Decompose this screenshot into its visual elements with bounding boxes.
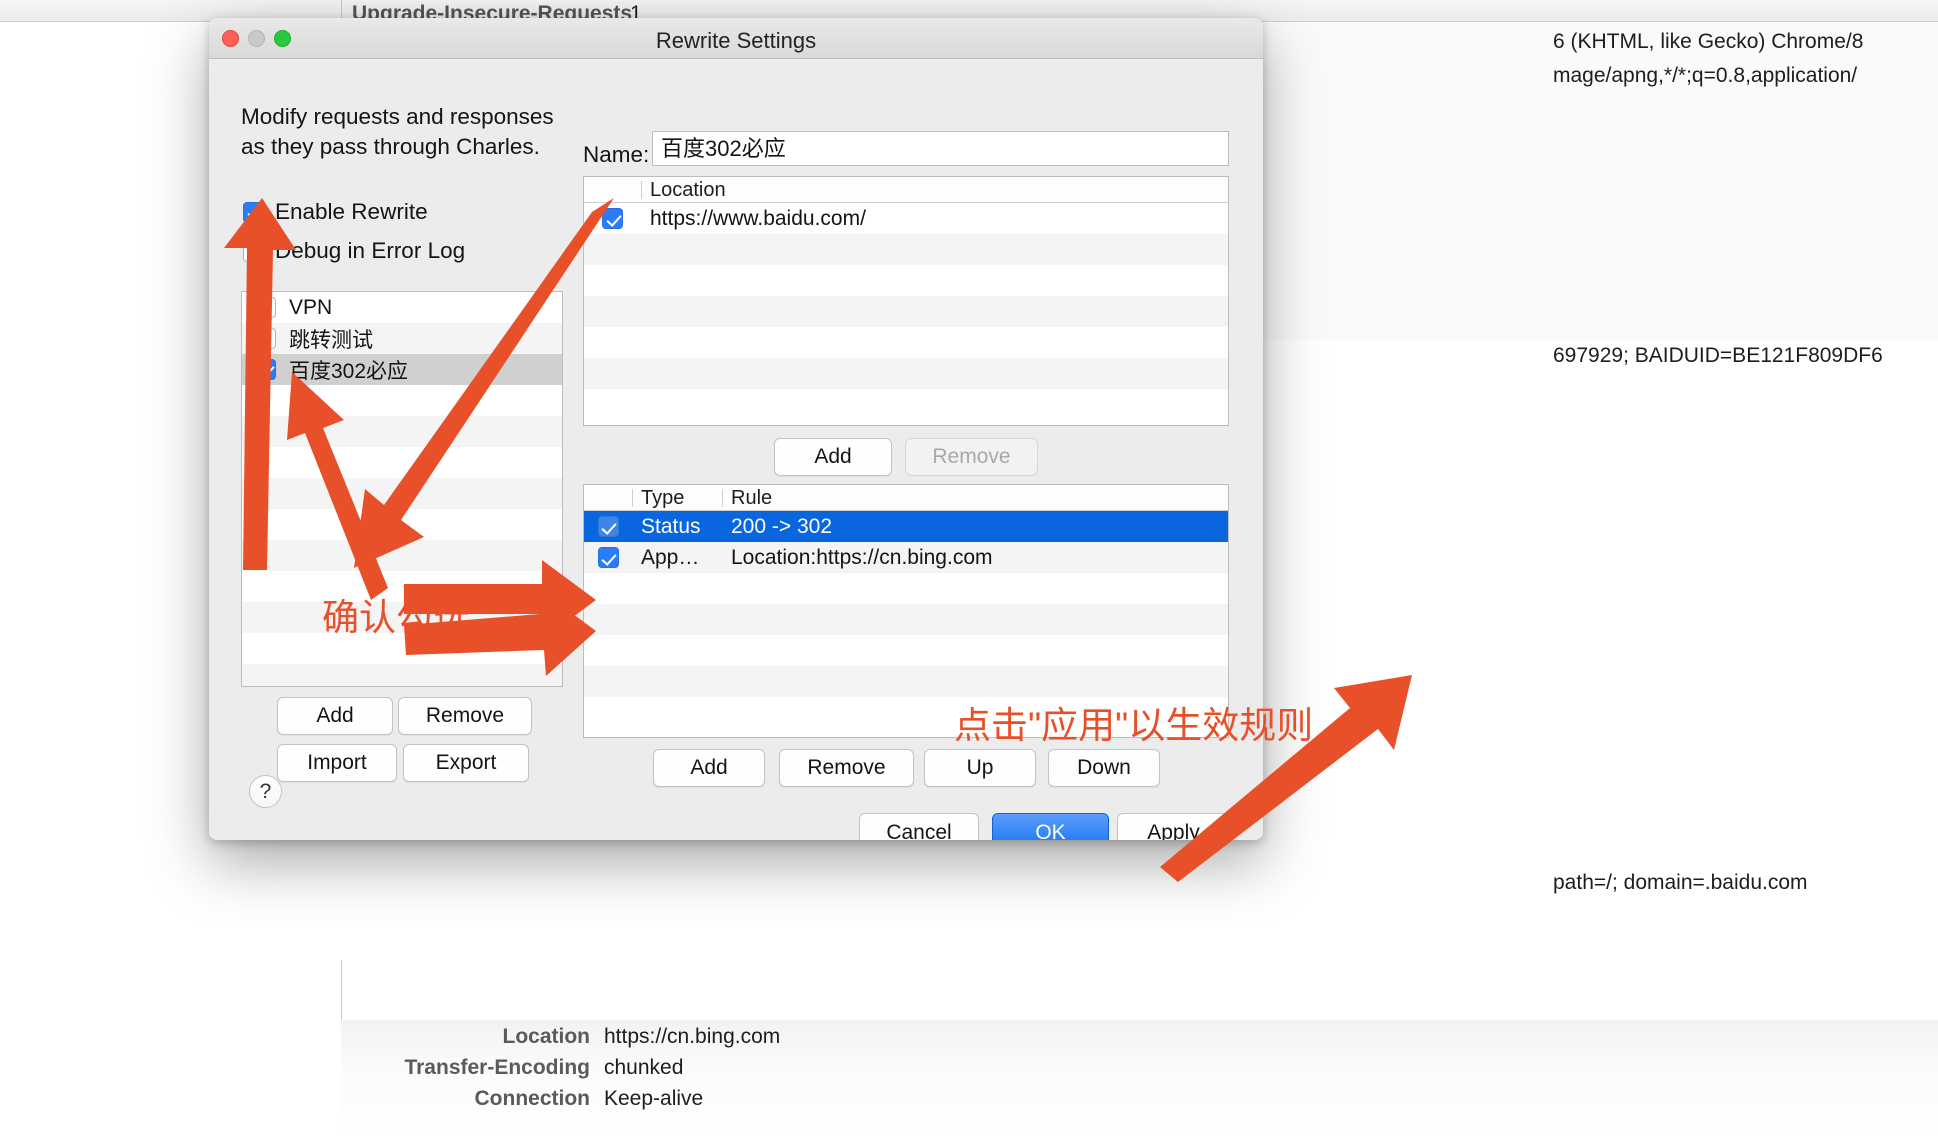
ok-button[interactable]: OK	[992, 813, 1109, 840]
table-row-empty	[584, 573, 1228, 604]
table-row[interactable]: https://www.baidu.com/	[584, 203, 1228, 234]
name-input[interactable]: 百度302必应	[652, 131, 1229, 166]
table-row[interactable]: App… Location:https://cn.bing.com	[584, 542, 1228, 573]
list-item[interactable]: 百度302必应	[242, 354, 562, 385]
cancel-button[interactable]: Cancel	[859, 813, 979, 840]
location-col-location: Location	[641, 177, 1228, 203]
add-rule-button[interactable]: Add	[653, 749, 765, 787]
list-item-empty	[242, 509, 562, 540]
table-row-empty	[584, 666, 1228, 697]
remove-location-button[interactable]: Remove	[905, 438, 1038, 476]
rule-set-checkbox-baidu302[interactable]	[255, 359, 276, 380]
list-item-empty	[242, 385, 562, 416]
table-row-empty	[584, 389, 1228, 420]
annotation-confirm-check: 确认勾选	[322, 597, 470, 638]
name-label: Name:	[583, 142, 650, 167]
location-table[interactable]: Location https://www.baidu.com/	[583, 176, 1229, 426]
background-right-line-2: mage/apng,*/*;q=0.8,application/	[1553, 64, 1858, 87]
dialog-title: Rewrite Settings	[655, 28, 817, 53]
rule-row-checkbox-status[interactable]	[597, 516, 619, 537]
debug-in-error-log-label: Debug in Error Log	[275, 238, 466, 263]
table-row-empty	[584, 327, 1228, 358]
debug-in-error-log-row[interactable]: Debug in Error Log	[243, 238, 465, 264]
background-right-line-4: path=/; domain=.baidu.com	[1553, 871, 1808, 894]
list-item-empty	[242, 416, 562, 447]
dialog-intro-text: Modify requests and responses as they pa…	[241, 104, 554, 159]
list-item-empty	[242, 447, 562, 478]
annotation-click-apply: 点击"应用"以生效规则	[954, 705, 1314, 746]
rule-row-rule-append: Location:https://cn.bing.com	[731, 545, 993, 569]
enable-rewrite-checkbox[interactable]	[243, 201, 264, 223]
help-button[interactable]: ?	[249, 775, 282, 808]
background-row-label-location: Location	[502, 1025, 591, 1048]
export-button[interactable]: Export	[403, 744, 529, 782]
list-item[interactable]: VPN	[242, 292, 562, 323]
table-row-empty	[584, 265, 1228, 296]
rule-row-type-status: Status	[641, 514, 701, 538]
add-rule-set-button[interactable]: Add	[277, 697, 393, 735]
remove-rule-button[interactable]: Remove	[779, 749, 914, 787]
table-row-empty	[584, 635, 1228, 666]
apply-button[interactable]: Apply	[1117, 813, 1230, 840]
rule-row-type-append: App…	[641, 545, 700, 569]
rule-set-checkbox-vpn[interactable]	[255, 297, 276, 318]
table-row-empty	[584, 358, 1228, 389]
debug-in-error-log-checkbox[interactable]	[243, 240, 264, 262]
background-right-line-3: 697929; BAIDUID=BE121F809DF6	[1553, 344, 1883, 367]
location-row-value: https://www.baidu.com/	[650, 206, 866, 230]
background-row-value-transfer-encoding: chunked	[604, 1056, 684, 1079]
background-row-value-connection: Keep-alive	[604, 1087, 704, 1110]
rule-set-label-vpn: VPN	[289, 295, 333, 319]
remove-rule-set-button[interactable]: Remove	[398, 697, 532, 735]
rules-col-type: Type	[632, 485, 722, 511]
list-item-empty	[242, 540, 562, 571]
background-right-line-1: 6 (KHTML, like Gecko) Chrome/8	[1553, 30, 1864, 53]
rule-set-checkbox-jump-test[interactable]	[255, 328, 276, 349]
add-location-button[interactable]: Add	[774, 438, 892, 476]
table-row-empty	[584, 604, 1228, 635]
rule-set-label-jump-test: 跳转测试	[289, 328, 373, 352]
location-row-checkbox[interactable]	[602, 208, 623, 229]
rules-col-check	[584, 485, 632, 511]
enable-rewrite-row[interactable]: Enable Rewrite	[243, 199, 428, 225]
rules-col-rule: Rule	[722, 485, 1228, 511]
move-rule-down-button[interactable]: Down	[1048, 749, 1160, 787]
location-col-check	[584, 177, 641, 203]
import-button[interactable]: Import	[277, 744, 397, 782]
location-table-header: Location	[584, 177, 1228, 203]
enable-rewrite-label: Enable Rewrite	[275, 199, 428, 224]
screenshot-root: Upgrade-Insecure-Requests 1 6 (KHTML, li…	[0, 0, 1938, 1140]
rule-row-rule-status: 200 -> 302	[731, 514, 833, 538]
table-row[interactable]: Status 200 -> 302	[584, 511, 1228, 542]
list-item[interactable]: 跳转测试	[242, 323, 562, 354]
table-row-empty	[584, 234, 1228, 265]
list-item-empty	[242, 664, 562, 686]
list-item-empty	[242, 478, 562, 509]
dialog-titlebar: Rewrite Settings	[209, 18, 1263, 59]
rules-table-header: Type Rule	[584, 485, 1228, 511]
background-row-label-transfer-encoding: Transfer-Encoding	[404, 1056, 590, 1079]
rule-row-checkbox-append[interactable]	[597, 547, 619, 568]
background-row-value-location: https://cn.bing.com	[604, 1025, 781, 1048]
background-row-label-connection: Connection	[474, 1087, 591, 1110]
table-row-empty	[584, 296, 1228, 327]
move-rule-up-button[interactable]: Up	[924, 749, 1036, 787]
rule-set-label-baidu302: 百度302必应	[289, 359, 409, 383]
